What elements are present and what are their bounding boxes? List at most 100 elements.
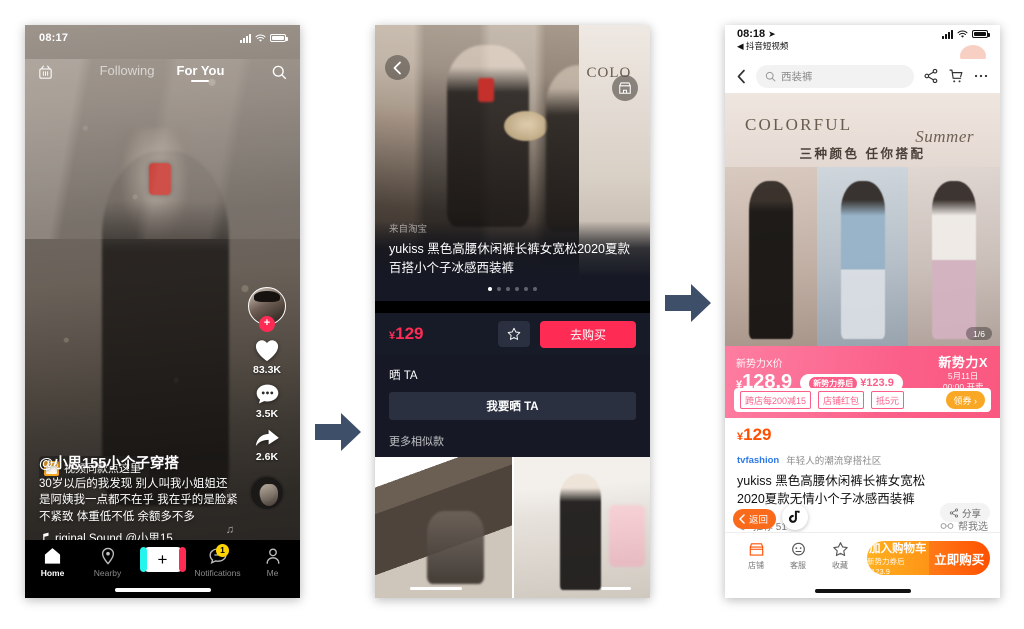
feed-caption: @小思155小个子穿搭 30岁以后的我发现 别人叫我小姐姐还是阿姨我一点都不在乎… [39,452,238,546]
return-to-app-label[interactable]: ◀ 抖音短视频 [737,40,988,52]
tiktok-icon[interactable] [782,504,808,530]
tab-nearby[interactable]: Nearby [80,547,135,578]
share-icon[interactable] [923,68,939,84]
caption-username[interactable]: @小思155小个子穿搭 [39,452,238,473]
search-icon[interactable] [270,63,288,81]
similar-product-1[interactable] [375,457,512,598]
add-to-cart-sub: 新势力券后 ¥123.9 [867,557,905,575]
tab-create[interactable]: + [135,547,190,572]
add-to-cart-button[interactable]: 加入购物车 新势力券后 ¥123.9 [867,541,929,575]
home-indicator [814,589,911,593]
shop-description: 年轻人的潮流穿搭社区 [786,456,882,467]
location-arrow-icon: ➤ [768,28,776,39]
carousel-dots[interactable] [389,287,636,291]
coupon-2[interactable]: 店铺红包 [818,391,865,409]
home-icon [44,548,61,564]
like-button[interactable]: 83.3K [253,337,281,376]
hero-headline: COLORFUL [745,115,853,134]
bottom-item-service[interactable]: 客服 [777,541,819,571]
flow-arrow-2 [661,276,715,330]
tab-for-you[interactable]: For You [177,63,225,82]
share-arrow-icon [255,429,279,447]
shop-name[interactable]: tvfashion [737,455,779,466]
bottom-item-shop[interactable]: 店铺 [735,541,777,571]
promo-brand: 新势力X 5月11日 00:00 开卖 [938,355,988,393]
get-coupon-button[interactable]: 领券 › [945,391,985,409]
top-nav-bar: 西装裤 [725,59,1000,93]
shop-row[interactable]: tvfashion 年轻人的潮流穿搭社区 [725,450,1000,470]
tab-notifications[interactable]: 1 Notifications [190,544,245,578]
battery-icon [972,30,990,38]
tab-me-label: Me [266,568,279,578]
tab-following[interactable]: Following [100,63,155,82]
favorite-button[interactable] [498,321,530,347]
product-price: ¥129 [389,324,424,344]
status-indicators [942,29,990,39]
help-choose-group[interactable]: 帮我选 [940,518,988,533]
bottom-item-favorite[interactable]: 收藏 [819,541,861,571]
tab-home[interactable]: Home [25,547,80,578]
more-dots-icon[interactable] [973,68,989,84]
status-time: 08:17 [39,32,69,44]
buy-now-button[interactable]: 立即购买 [928,541,990,575]
back-button[interactable] [385,55,410,80]
return-pill-button[interactable]: 返回 [733,509,777,529]
status-bar: 08:18 ➤ ◀ 抖音短视频 [725,25,1000,59]
return-pill-label: 返回 [749,515,769,526]
caption-text: 30岁以后的我发现 别人叫我小姐姐还是阿姨我一点都不在乎 我在乎的是脸紧不紧致 … [39,478,238,523]
right-arrow-icon [315,413,361,451]
search-icon [765,71,776,81]
status-time: 08:18 [737,28,766,40]
product-title: yukiss 黑色高腰休闲裤长裤女宽松2020夏款无情小个子冰感西装裤 [737,474,926,506]
plus-icon[interactable]: + [139,547,186,572]
hero-model-3 [908,167,1000,346]
flow-arrow-1 [311,405,365,459]
music-disc-icon[interactable] [249,475,285,511]
cart-icon[interactable] [948,68,964,84]
share-button[interactable]: 2.6K [253,426,281,463]
hero-subheadline: 三种颜色 任你搭配 [799,147,926,161]
follow-button[interactable]: + [259,316,275,332]
coupon-row[interactable]: 跨店每200减15 店铺红包 抵5元 领券 › [734,388,991,412]
shai-label: 晒 TA [389,370,418,382]
status-row-primary: 08:18 ➤ [737,28,990,40]
chat-bubble-icon [256,384,278,404]
star-icon [507,327,521,340]
comment-count: 3.5K [255,408,279,420]
coupon-3[interactable]: 抵5元 [871,391,905,409]
product-hero-banner[interactable]: COLORFUL Summer 三种颜色 任你搭配 1/6 [725,93,1000,346]
feed-side-rail: + 83.3K 3.5K 2.6K [242,287,292,511]
hero-model-2 [816,167,909,346]
share-count: 2.6K [255,451,279,463]
tab-nearby-label: Nearby [93,568,122,578]
tab-me[interactable]: Me [245,547,300,578]
feed-person-phone [148,162,171,195]
hero-models [725,167,1000,346]
shai-button[interactable]: 我要晒 TA [389,392,636,420]
add-to-cart-label: 加入购物车 [869,543,927,555]
feed-person-head [118,128,190,243]
tab-notifications-label: Notifications [194,568,241,578]
comment-button[interactable]: 3.5K [254,382,281,420]
live-icon[interactable] [37,64,54,81]
shop-button[interactable] [612,75,638,101]
product-price: ¥129 [737,425,772,444]
promo-banner: 新势力X价 ¥128.9 新势力券后 ¥123.9 新势力X 5月11日 00:… [725,346,1000,418]
buy-button[interactable]: 去购买 [540,320,636,348]
search-input[interactable]: 西装裤 [756,64,914,88]
tab-home-label: Home [40,568,65,578]
signal-bars-icon [942,29,953,39]
tiktok-note-icon [788,510,800,523]
bottom-action-bar: 店铺 客服 收藏 加入购物车 新势力券后 ¥123.9 立即购买 [725,532,1000,598]
coupon-1[interactable]: 跨店每200减15 [740,391,812,409]
similar-product-2[interactable] [513,457,650,598]
image-counter: 1/6 [966,327,992,340]
price-value: 129 [743,425,772,444]
chevron-left-icon[interactable] [736,69,747,84]
product-info-overlay: 来自淘宝 yukiss 黑色高腰休闲裤长裤女宽松2020夏款百搭小个子冰感西装裤 [375,221,650,301]
bottom-item-shop-label: 店铺 [748,561,764,570]
service-face-icon [791,542,805,556]
avatar[interactable]: + [248,287,286,332]
hero-hat [504,110,549,141]
like-count: 83.3K [252,364,282,376]
